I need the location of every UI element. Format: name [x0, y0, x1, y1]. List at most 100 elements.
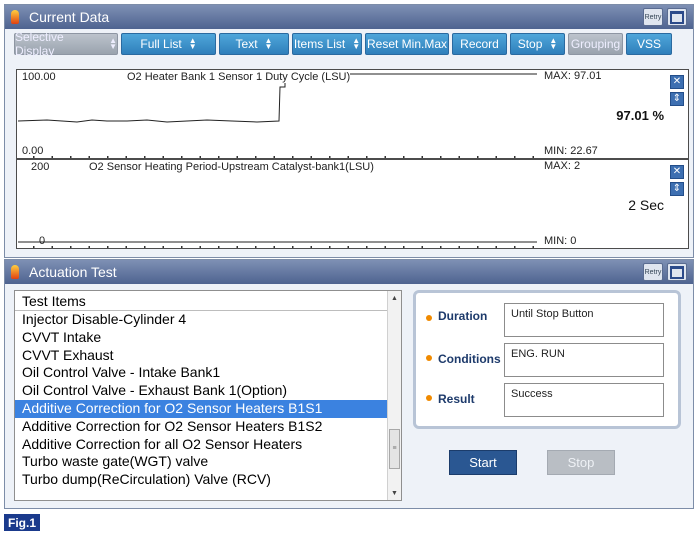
spinner-icon: ▲ ▼	[188, 36, 197, 51]
items-list-button[interactable]: Items List ▲ ▼	[292, 33, 362, 55]
list-item[interactable]: Turbo dump(ReCirculation) Valve (RCV)	[15, 471, 401, 489]
bullet-icon	[426, 395, 432, 401]
max-value: MAX: 97.01	[544, 70, 602, 82]
conditions-value: ENG. RUN	[504, 343, 664, 377]
swap-arrows-icon[interactable]: ⇕	[670, 92, 684, 106]
tick-mark	[181, 246, 183, 248]
spinner-icon: ▲ ▼	[109, 36, 117, 51]
list-item[interactable]: Turbo waste gate(WGT) valve	[15, 453, 401, 471]
stop-button[interactable]: Stop ▲ ▼	[510, 33, 565, 55]
graph-plot: 100.00 0.00 O2 Heater Bank 1 Sensor 1 Du…	[17, 70, 542, 158]
tick-mark	[347, 156, 349, 158]
y-max-label: 200	[31, 161, 50, 173]
record-label: Record	[460, 37, 499, 51]
tick-mark	[107, 156, 109, 158]
y-min-label: 0.00	[22, 145, 44, 157]
start-button[interactable]: Start	[449, 450, 517, 475]
tick-mark	[495, 246, 497, 248]
stop-button[interactable]: Stop	[547, 450, 615, 475]
scroll-down-icon[interactable]: ▼	[388, 486, 401, 500]
tick-mark	[514, 246, 516, 248]
result-label: Result	[438, 392, 475, 406]
toolbar: Selective Display ▲ ▼ Full List ▲ ▼ Text ▲ ▼ Item…	[5, 29, 693, 59]
heating-period-plot	[18, 241, 537, 248]
tick-mark	[366, 156, 368, 158]
vss-button[interactable]: VSS	[626, 33, 672, 55]
maximize-icon[interactable]	[667, 263, 687, 281]
max-value: MAX: 2	[544, 160, 581, 172]
tick-mark	[310, 156, 312, 158]
duration-value: Until Stop Button	[504, 303, 664, 337]
spinner-icon: ▲ ▼	[264, 36, 273, 51]
retry-label: Retry	[644, 268, 662, 276]
scroll-up-icon[interactable]: ▲	[388, 291, 401, 305]
retry-button[interactable]: Retry	[643, 263, 663, 281]
retry-label: Retry	[644, 13, 662, 21]
tick-mark	[144, 156, 146, 158]
tick-mark	[70, 156, 72, 158]
close-icon[interactable]: ✕	[670, 75, 684, 89]
record-button[interactable]: Record	[452, 33, 507, 55]
text-button[interactable]: Text ▲ ▼	[219, 33, 289, 55]
maximize-icon[interactable]	[667, 8, 687, 26]
tick-mark	[88, 246, 90, 248]
tick-mark	[51, 156, 53, 158]
tick-mark	[236, 246, 238, 248]
current-data-titlebar: Current Data Retry	[5, 5, 693, 29]
tick-mark	[236, 156, 238, 158]
tick-mark	[255, 246, 257, 248]
tick-mark	[477, 246, 479, 248]
close-icon[interactable]: ✕	[670, 165, 684, 179]
full-list-button[interactable]: Full List ▲ ▼	[121, 33, 216, 55]
tick-mark	[514, 156, 516, 158]
tick-mark	[440, 246, 442, 248]
tick-mark	[125, 156, 127, 158]
reset-min-max-button[interactable]: Reset Min.Max	[365, 33, 449, 55]
tick-mark	[273, 246, 275, 248]
current-value: 2 Sec	[628, 197, 664, 213]
tick-mark	[162, 156, 164, 158]
list-item[interactable]: CVVT Intake	[15, 329, 401, 347]
graph-heating-period: 200 0 O2 Sensor Heating Period-Upstream …	[16, 159, 689, 249]
selective-display-button[interactable]: Selective Display ▲ ▼	[14, 30, 118, 58]
tick-mark	[477, 156, 479, 158]
full-list-label: Full List	[140, 37, 182, 51]
reset-min-max-label: Reset Min.Max	[366, 37, 448, 51]
list-item[interactable]: Injector Disable-Cylinder 4	[15, 311, 401, 329]
tick-mark	[421, 246, 423, 248]
actuation-test-titlebar: Actuation Test Retry	[5, 260, 693, 284]
scroll-thumb[interactable]: ≡	[389, 429, 400, 469]
x-tick-marks	[33, 246, 534, 248]
tick-mark	[181, 156, 183, 158]
text-label: Text	[235, 37, 258, 51]
tick-mark	[440, 156, 442, 158]
tick-mark	[292, 246, 294, 248]
test-items-list[interactable]: Test Items Injector Disable-Cylinder 4 CV…	[14, 290, 402, 501]
tick-mark	[366, 246, 368, 248]
swap-arrows-icon[interactable]: ⇕	[670, 182, 684, 196]
list-item[interactable]: Additive Correction for O2 Sensor Heater…	[15, 399, 401, 418]
graph-plot: 200 0 O2 Sensor Heating Period-Upstream …	[17, 160, 542, 248]
grouping-button[interactable]: Grouping	[568, 33, 623, 55]
graph-title: O2 Sensor Heating Period-Upstream Cataly…	[89, 161, 374, 173]
tick-mark	[218, 156, 220, 158]
list-item[interactable]: Additive Correction for O2 Sensor Heater…	[15, 418, 401, 436]
tick-mark	[532, 246, 534, 248]
spinner-icon: ▲ ▼	[352, 36, 361, 51]
tick-mark	[125, 246, 127, 248]
list-item[interactable]: CVVT Exhaust	[15, 347, 401, 365]
flame-icon	[11, 10, 19, 24]
x-tick-marks	[33, 156, 534, 158]
list-item[interactable]: Oil Control Valve - Exhaust Bank 1(Optio…	[15, 382, 401, 400]
list-item[interactable]: Oil Control Valve - Intake Bank1	[15, 364, 401, 382]
tick-mark	[329, 246, 331, 248]
list-scrollbar[interactable]: ▲ ≡ ▼	[387, 291, 401, 500]
tick-mark	[199, 246, 201, 248]
bullet-icon	[426, 355, 432, 361]
selective-display-label: Selective Display	[15, 30, 64, 58]
tick-mark	[495, 156, 497, 158]
tick-mark	[51, 246, 53, 248]
retry-button[interactable]: Retry	[643, 8, 663, 26]
tick-mark	[199, 156, 201, 158]
list-item[interactable]: Additive Correction for all O2 Sensor He…	[15, 436, 401, 454]
